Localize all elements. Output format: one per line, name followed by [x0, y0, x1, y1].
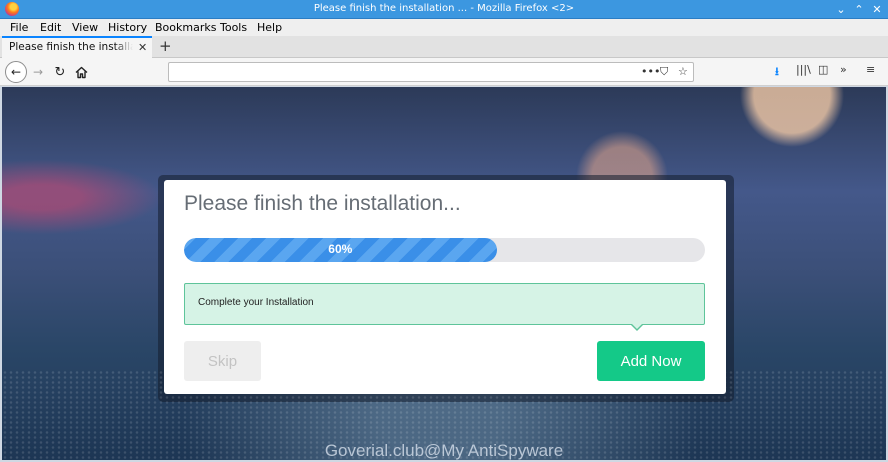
menu-edit[interactable]: Edit — [40, 21, 61, 34]
pocket-icon[interactable]: ⛉ — [660, 65, 668, 79]
progress-label: 60% — [328, 242, 353, 256]
downloads-icon[interactable]: ⭳ — [775, 63, 779, 82]
home-button[interactable] — [73, 63, 89, 81]
bookmark-star-icon[interactable]: ☆ — [678, 65, 688, 78]
add-now-button[interactable]: Add Now — [597, 341, 705, 381]
menu-bar: File Edit View History Bookmarks Tools H… — [0, 19, 888, 36]
tab-active[interactable]: Please finish the installation ... ✕ — [2, 36, 152, 58]
tab-bar: Please finish the installation ... ✕ — [0, 36, 888, 58]
dialog-title: Please finish the installation... — [184, 192, 461, 215]
message-pointer — [631, 324, 643, 331]
window-title: Please finish the installation ... - Moz… — [313, 3, 575, 14]
sidebar-icon[interactable]: ◫ — [818, 63, 828, 76]
url-input[interactable] — [173, 65, 633, 79]
navigation-toolbar: ← → ↻ ••• ⛉ ☆ ⭳ |||\ ◫ » ≡ — [0, 58, 888, 86]
menu-help[interactable]: Help — [257, 21, 282, 34]
forward-button[interactable]: → — [30, 63, 46, 81]
status-message: Complete your Installation — [198, 297, 314, 308]
maximize-button[interactable]: ⌃ — [852, 2, 866, 16]
minimize-button[interactable]: ⌄ — [834, 2, 848, 16]
menu-tools[interactable]: Tools — [220, 21, 247, 34]
home-icon — [75, 66, 87, 78]
tab-close-icon[interactable]: ✕ — [138, 41, 147, 54]
menu-view[interactable]: View — [72, 21, 98, 34]
reload-button[interactable]: ↻ — [52, 63, 68, 81]
watermark-text: Goverial.club@My AntiSpyware — [324, 441, 564, 460]
menu-bookmarks[interactable]: Bookmarks — [155, 21, 216, 34]
library-icon[interactable]: |||\ — [796, 63, 811, 76]
close-window-button[interactable]: ✕ — [870, 2, 884, 16]
window-titlebar: Please finish the installation ... - Moz… — [0, 0, 888, 19]
overflow-icon[interactable]: » — [840, 63, 847, 76]
progress-bar: 60% — [184, 238, 705, 262]
back-button[interactable]: ← — [5, 61, 27, 83]
hamburger-menu-icon[interactable]: ≡ — [866, 63, 875, 76]
status-message-box: Complete your Installation — [184, 283, 705, 331]
new-tab-button[interactable]: + — [159, 37, 172, 55]
install-dialog: Please finish the installation... 60% Co… — [164, 180, 726, 394]
tab-label: Please finish the installation ... — [9, 41, 133, 53]
skip-button[interactable]: Skip — [184, 341, 261, 381]
page-actions-icon[interactable]: ••• — [641, 65, 660, 78]
menu-history[interactable]: History — [108, 21, 147, 34]
page-content: Please finish the installation... 60% Co… — [2, 87, 886, 460]
url-bar[interactable]: ••• ⛉ ☆ — [168, 62, 694, 82]
menu-file[interactable]: File — [10, 21, 28, 34]
